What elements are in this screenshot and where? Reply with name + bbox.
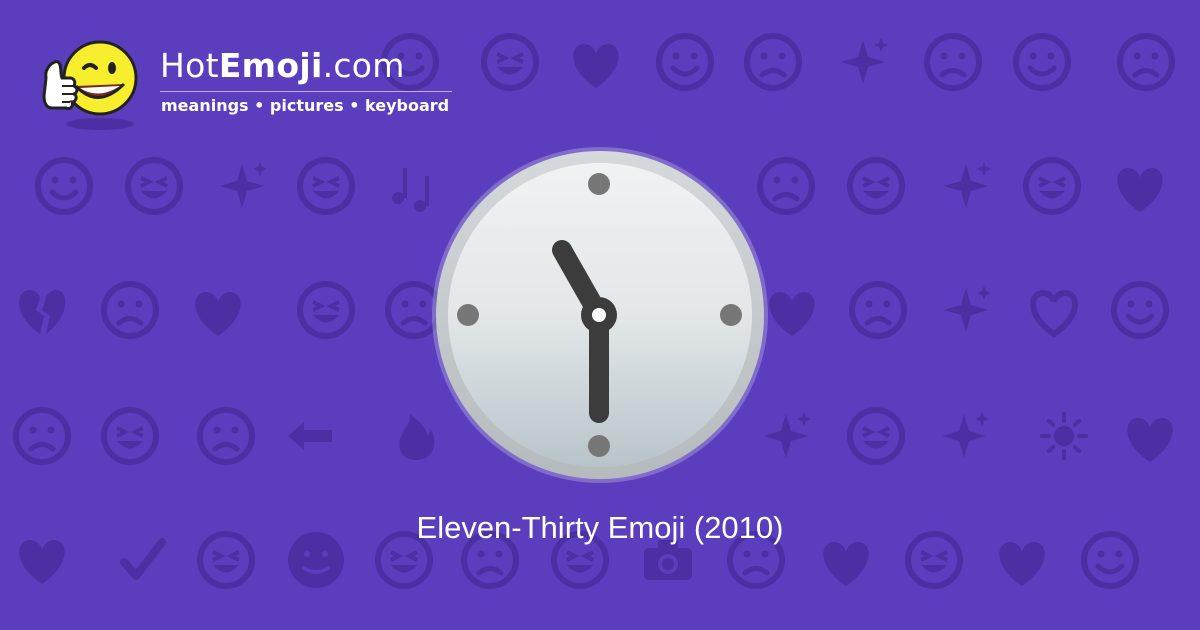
brand-name: HotEmoji.com [160,46,405,85]
clock-marker-9 [457,304,479,326]
clock-marker-3 [720,304,742,326]
emoji-title: Eleven-Thirty Emoji (2010) [416,510,784,545]
brand-name-bold: Emoji [218,46,323,85]
thumbs-up-wink-face-icon [42,40,138,130]
clock-marker-12 [588,173,610,195]
clock-marker-6 [588,435,610,457]
clock-center-pin [592,308,606,322]
brand-name-suffix: .com [322,46,405,85]
site-logo[interactable]: HotEmoji.com meanings • pictures • keybo… [40,34,470,134]
brand-tagline: meanings • pictures • keyboard [161,96,450,115]
clock-eleven-thirty-icon [432,147,768,483]
logo-divider [160,91,452,92]
brand-name-prefix: Hot [160,46,219,85]
